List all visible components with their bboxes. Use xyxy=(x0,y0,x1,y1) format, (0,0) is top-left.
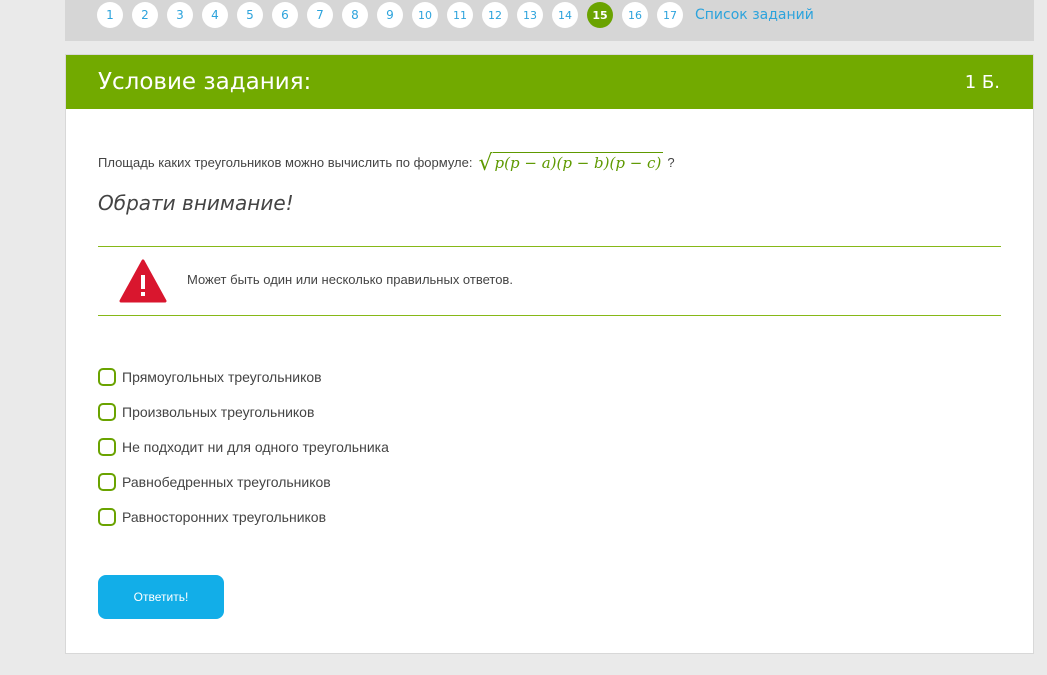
page-button-9[interactable]: 9 xyxy=(377,2,403,28)
option-equilateral-triangles[interactable]: Равносторонних треугольников xyxy=(98,499,389,534)
answer-options: Прямоугольных треугольников Произвольных… xyxy=(98,359,389,534)
submit-button[interactable]: Ответить! xyxy=(98,575,224,619)
page-button-5[interactable]: 5 xyxy=(237,2,263,28)
card-header: Условие задания: 1 Б. xyxy=(66,55,1033,109)
page-button-13[interactable]: 13 xyxy=(517,2,543,28)
page-button-12[interactable]: 12 xyxy=(482,2,508,28)
question-prefix: Площадь каких треугольников можно вычисл… xyxy=(98,154,473,170)
note-box: Может быть один или несколько правильных… xyxy=(98,246,1001,316)
formula-radicand: p(p − a)(p − b)(p − c) xyxy=(492,152,664,172)
sqrt-icon: √ xyxy=(478,151,493,176)
checkbox-icon[interactable] xyxy=(98,472,116,491)
page-button-8[interactable]: 8 xyxy=(342,2,368,28)
option-label: Произвольных треугольников xyxy=(122,403,315,420)
page-button-4[interactable]: 4 xyxy=(202,2,228,28)
attention-heading: Обрати внимание! xyxy=(98,191,294,215)
option-label: Не подходит ни для одного треугольника xyxy=(122,438,389,455)
heron-formula: √ p(p − a)(p − b)(p − c) xyxy=(478,151,664,176)
card-title: Условие задания: xyxy=(98,69,312,95)
page-button-1[interactable]: 1 xyxy=(97,2,123,28)
checkbox-icon[interactable] xyxy=(98,402,116,421)
warning-triangle-icon xyxy=(119,259,167,303)
option-arbitrary-triangles[interactable]: Произвольных треугольников xyxy=(98,394,389,429)
page-button-10[interactable]: 10 xyxy=(412,2,438,28)
points-label: 1 Б. xyxy=(964,71,1000,93)
checkbox-icon[interactable] xyxy=(98,367,116,386)
checkbox-icon[interactable] xyxy=(98,507,116,526)
pagination: 1 2 3 4 5 6 7 8 9 10 11 12 13 14 15 16 1… xyxy=(97,2,814,28)
task-card: Условие задания: 1 Б. Площадь каких треу… xyxy=(65,54,1034,654)
question-suffix: ? xyxy=(667,154,675,170)
page-button-11[interactable]: 11 xyxy=(447,2,473,28)
option-label: Равнобедренных треугольников xyxy=(122,473,331,490)
page-button-15-active[interactable]: 15 xyxy=(587,2,613,28)
page-button-3[interactable]: 3 xyxy=(167,2,193,28)
note-text: Может быть один или несколько правильных… xyxy=(187,272,513,287)
page-button-7[interactable]: 7 xyxy=(307,2,333,28)
page-button-14[interactable]: 14 xyxy=(552,2,578,28)
checkbox-icon[interactable] xyxy=(98,437,116,456)
option-isosceles-triangles[interactable]: Равнобедренных треугольников xyxy=(98,464,389,499)
question-text: Площадь каких треугольников можно вычисл… xyxy=(98,151,675,176)
page-button-16[interactable]: 16 xyxy=(622,2,648,28)
page-button-2[interactable]: 2 xyxy=(132,2,158,28)
task-list-link[interactable]: Список заданий xyxy=(695,7,814,23)
option-none[interactable]: Не подходит ни для одного треугольника xyxy=(98,429,389,464)
page-button-6[interactable]: 6 xyxy=(272,2,298,28)
page-button-17[interactable]: 17 xyxy=(657,2,683,28)
option-label: Прямоугольных треугольников xyxy=(122,368,322,385)
pagination-bar: 1 2 3 4 5 6 7 8 9 10 11 12 13 14 15 16 1… xyxy=(65,0,1034,41)
option-right-triangles[interactable]: Прямоугольных треугольников xyxy=(98,359,389,394)
option-label: Равносторонних треугольников xyxy=(122,508,327,525)
